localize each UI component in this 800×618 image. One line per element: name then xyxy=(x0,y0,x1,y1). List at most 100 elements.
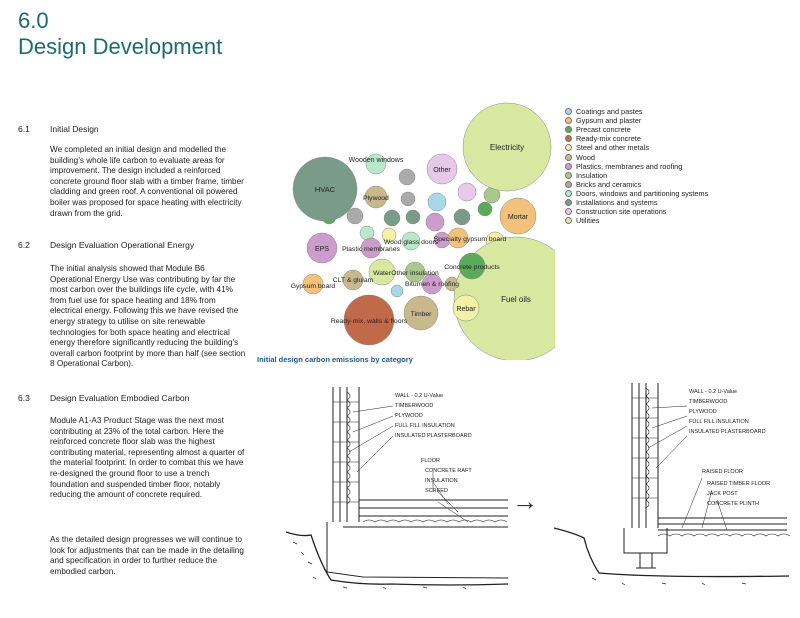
legend-swatch xyxy=(565,153,572,161)
chart-bubble xyxy=(405,209,421,225)
legend-item: Wood xyxy=(565,152,708,162)
bubble-label: CLT & glulam xyxy=(333,277,374,284)
sketch-after: WALL - 0.2 U-Value TIMBERWOOD PLYWOOD FU… xyxy=(553,383,791,586)
legend-swatch xyxy=(565,108,572,116)
sketch-after-note: FULL FILL INSULATION xyxy=(689,419,749,425)
legend-label: Utilities xyxy=(576,216,600,226)
legend-label: Construction site operations xyxy=(576,207,667,217)
chart-bubble xyxy=(383,209,401,227)
chart-bubble xyxy=(425,212,445,232)
legend-item: Doors, windows and partitioning systems xyxy=(565,189,708,198)
bubble-label: EPS xyxy=(315,246,329,253)
sketch-before-note: FLOOR xyxy=(421,458,440,464)
bubble-label: Wood glass doors xyxy=(384,239,439,246)
sketch-after-note: RAISED TIMBER FLOOR xyxy=(707,481,770,487)
section-6-3-paragraph-2: As the detailed design progresses we wil… xyxy=(50,535,244,576)
section-6-2-title: Design Evaluation Operational Energy xyxy=(50,240,195,250)
chart-bubble xyxy=(400,191,416,207)
legend-label: Precast concrete xyxy=(576,125,631,135)
legend-label: Installations and systems xyxy=(576,197,658,207)
sketch-before-note: INSULATED PLASTERBOARD xyxy=(395,433,472,439)
sketch-after-note: RAISED FLOOR xyxy=(702,469,743,475)
chart-bubble xyxy=(453,208,471,226)
sketch-before: WALL - 0.2 U-Value TIMBERWOOD PLYWOOD FU… xyxy=(285,387,509,590)
bubble-label: Other insulation xyxy=(391,270,439,277)
sketch-after-note: JACK POST xyxy=(707,491,738,497)
section-6-3-title: Design Evaluation Embodied Carbon xyxy=(50,393,190,403)
sketch-before-note: CONCRETE RAFT xyxy=(425,468,472,474)
legend-item: Plastics, membranes and roofing xyxy=(565,162,708,171)
sketch-before-note: WALL - 0.2 U-Value xyxy=(395,393,443,399)
sketch-after-note: CONCRETE PLINTH xyxy=(707,501,759,507)
bubble-chart: Electricity Fuel oils HVAC Wooden windows Ot… xyxy=(291,102,555,360)
section-6-1-title: Initial Design xyxy=(50,124,99,134)
chart-bubble xyxy=(346,207,364,225)
bubble-label: Gypsum board xyxy=(291,283,336,290)
bubble-label: Other xyxy=(433,167,451,174)
legend-swatch xyxy=(565,189,572,197)
legend-swatch xyxy=(565,171,572,179)
bubble-label: Wooden windows xyxy=(349,157,404,164)
chart-bubble xyxy=(477,201,493,217)
bubble-label: Plywood xyxy=(363,195,389,202)
sketch-before-note: FULL FILL INSULATION xyxy=(395,423,455,429)
chart-legend: Coatings and pastes Gypsum and plaster Pre… xyxy=(565,107,708,225)
legend-label: Gypsum and plaster xyxy=(576,116,642,126)
page-title: Design Development xyxy=(18,34,223,59)
legend-label: Coatings and pastes xyxy=(576,107,643,117)
bubble-label: Fuel oils xyxy=(501,295,531,304)
legend-item: Coatings and pastes xyxy=(565,107,708,116)
section-6-2-number: 6.2 xyxy=(18,240,30,250)
legend-swatch xyxy=(565,217,572,225)
legend-swatch xyxy=(565,162,572,170)
section-6-3-number: 6.3 xyxy=(18,393,30,403)
legend-item: Bricks and ceramics xyxy=(565,180,708,189)
chart-bubble xyxy=(390,284,404,298)
legend-item: Utilities xyxy=(565,216,708,225)
section-6-1-number: 6.1 xyxy=(18,124,30,134)
sketch-arrow-icon: → xyxy=(512,486,538,516)
bubble-label: Water xyxy=(373,270,392,277)
legend-item: Ready-mix concrete xyxy=(565,134,708,143)
legend-item: Precast concrete xyxy=(565,125,708,134)
chart-bubble xyxy=(457,182,477,202)
legend-item: Insulation xyxy=(565,171,708,180)
legend-swatch xyxy=(565,135,572,143)
legend-label: Doors, windows and partitioning systems xyxy=(576,188,709,198)
legend-label: Insulation xyxy=(576,170,608,180)
legend-swatch xyxy=(565,198,572,206)
sketch-after-note: WALL - 0.2 U-Value xyxy=(689,389,737,395)
bubble-label: Bitumen & roofing xyxy=(405,281,459,288)
sketch-before-note: TIMBERWOOD xyxy=(395,403,433,409)
sketch-after-note: TIMBERWOOD xyxy=(689,399,727,405)
legend-item: Steel and other metals xyxy=(565,143,708,152)
legend-swatch xyxy=(565,144,572,152)
sketch-after-note: INSULATED PLASTERBOARD xyxy=(689,429,766,435)
legend-item: Gypsum and plaster xyxy=(565,116,708,125)
legend-item: Installations and systems xyxy=(565,198,708,207)
bubble-label: Mortar xyxy=(508,214,529,221)
bubble-label: Ready-mix, walls & floors xyxy=(331,318,408,325)
chart-caption: Initial design carbon emissions by categ… xyxy=(257,355,413,364)
bubble-label: HVAC xyxy=(315,185,336,194)
sketch-before-note: INSULATION xyxy=(425,478,458,484)
legend-swatch xyxy=(565,126,572,134)
bubble-label: Concrete products xyxy=(444,264,500,271)
bubble-label: Rebar xyxy=(456,306,476,313)
legend-swatch xyxy=(565,117,572,125)
section-number: 6.0 xyxy=(18,8,49,33)
bubble-label: Timber xyxy=(411,311,433,318)
bubble-label: Specialty gypsum board xyxy=(434,236,507,243)
bubble-label: Electricity xyxy=(490,143,524,152)
legend-swatch xyxy=(565,180,572,188)
section-6-1-paragraph: We completed an initial design and model… xyxy=(50,145,244,218)
legend-swatch xyxy=(565,208,572,216)
legend-label: Wood xyxy=(576,152,595,162)
legend-label: Bricks and ceramics xyxy=(576,179,642,189)
legend-label: Steel and other metals xyxy=(576,143,650,153)
bubble-label: Plastic membranes xyxy=(342,246,400,253)
legend-label: Plastics, membranes and roofing xyxy=(576,161,683,171)
chart-bubble xyxy=(427,192,447,212)
chart-bubble xyxy=(398,168,416,186)
sketch-after-note: PLYWOOD xyxy=(689,409,717,415)
